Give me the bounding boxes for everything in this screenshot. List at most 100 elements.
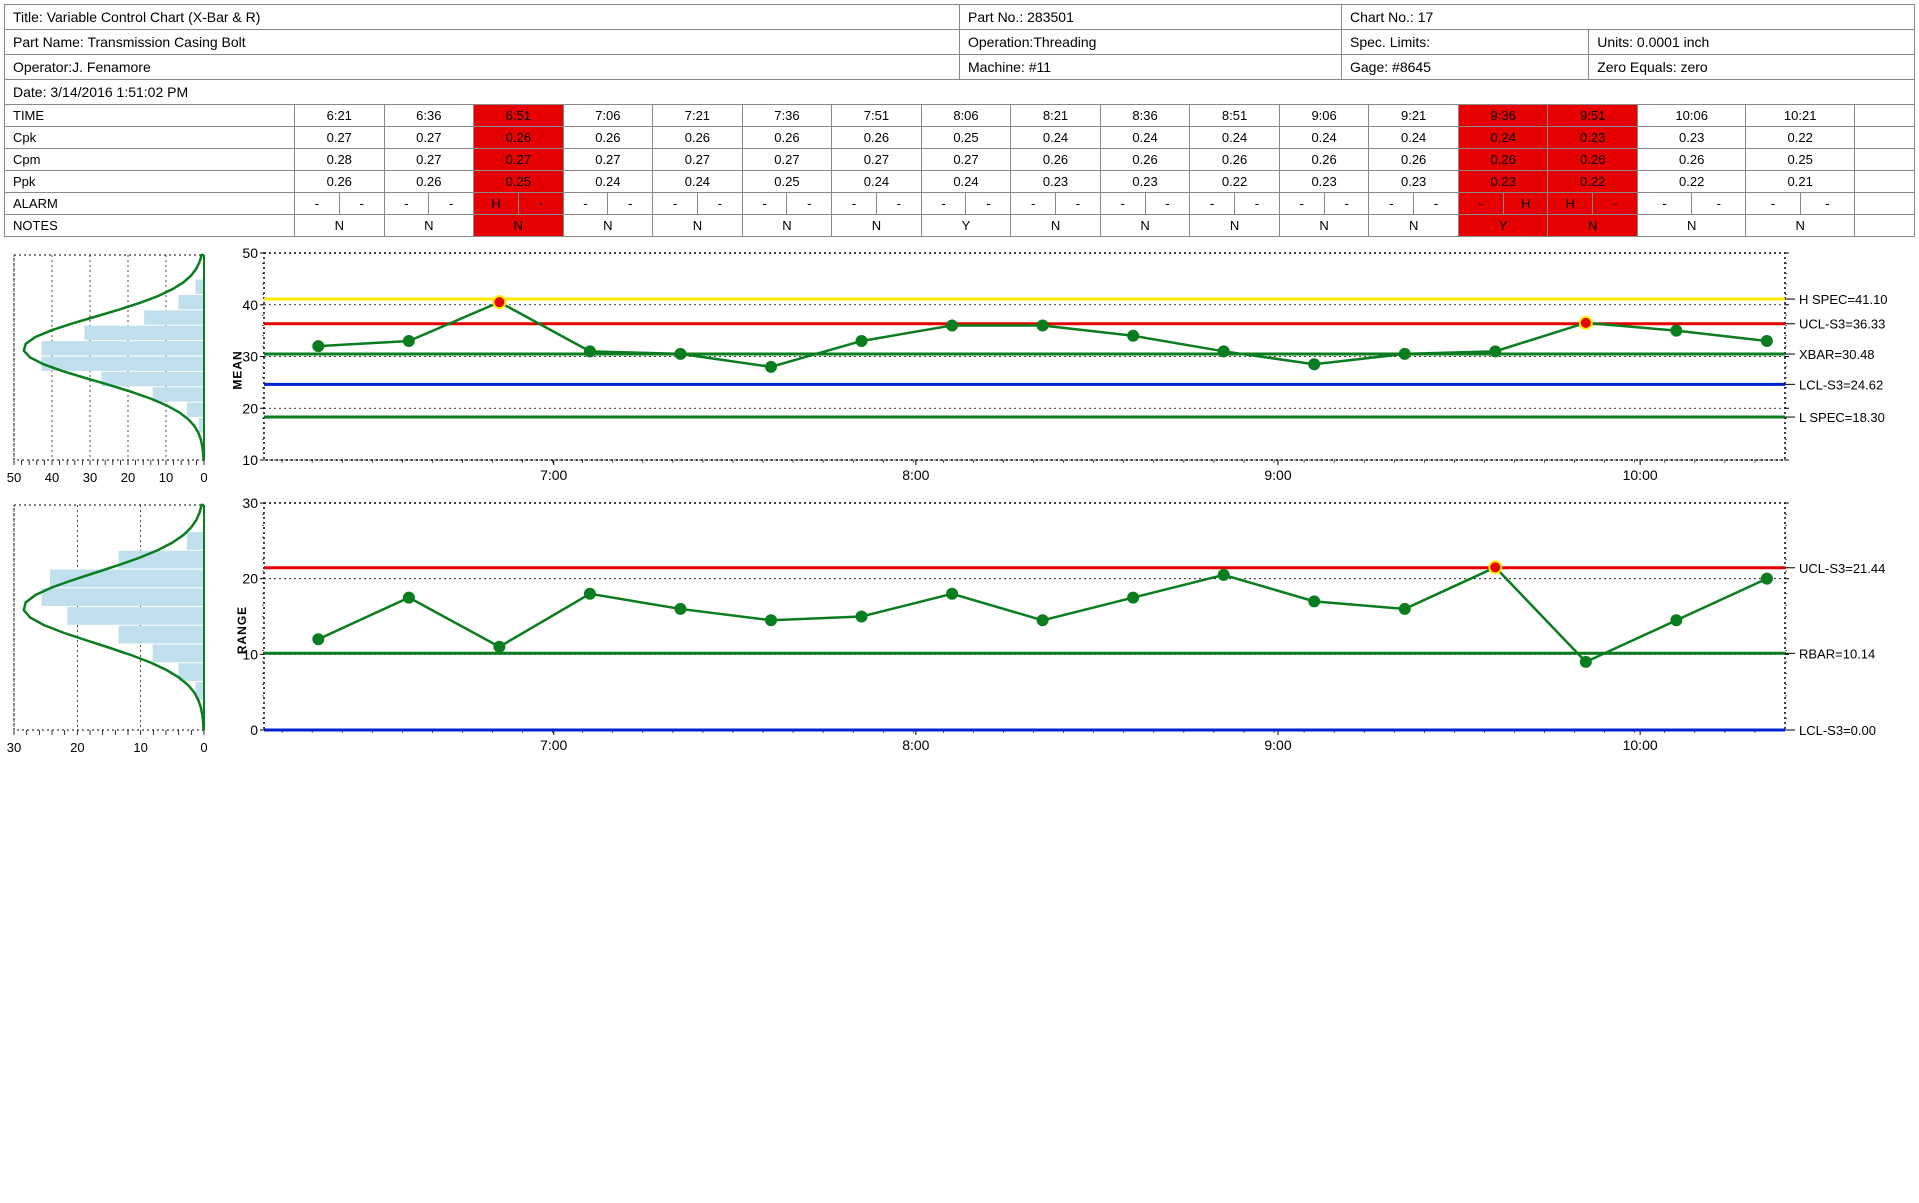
svg-text:30: 30 bbox=[242, 349, 258, 365]
cell-alarm-4: -- bbox=[653, 193, 743, 215]
range-chart: RANGE 01020307:008:009:0010:00UCL-S3=21.… bbox=[224, 495, 1915, 765]
row-label-notes: NOTES bbox=[5, 215, 295, 237]
svg-text:9:00: 9:00 bbox=[1264, 467, 1291, 483]
svg-text:LCL-S3=24.62: LCL-S3=24.62 bbox=[1799, 377, 1883, 392]
cell-notes-15: N bbox=[1637, 215, 1745, 237]
cell-notes-4: N bbox=[653, 215, 743, 237]
cell-alarm-7: -- bbox=[921, 193, 1011, 215]
cell-cpm-6: 0.27 bbox=[832, 149, 922, 171]
cell-time-2: 6:51 bbox=[474, 105, 564, 127]
cell-time-10: 8:51 bbox=[1190, 105, 1280, 127]
cell-cpm-12: 0.26 bbox=[1369, 149, 1459, 171]
cell-ppk-11: 0.23 bbox=[1279, 171, 1369, 193]
cell-ppk-16: 0.21 bbox=[1746, 171, 1855, 193]
cell-time-12: 9:21 bbox=[1369, 105, 1459, 127]
cell-notes-14: N bbox=[1548, 215, 1638, 237]
svg-text:50: 50 bbox=[7, 470, 21, 485]
cell-cpm-2: 0.27 bbox=[474, 149, 564, 171]
svg-text:20: 20 bbox=[242, 400, 258, 416]
cell-cpm-0: 0.28 bbox=[295, 149, 385, 171]
cell-ppk-15: 0.22 bbox=[1637, 171, 1745, 193]
row-label-cpk: Cpk bbox=[5, 127, 295, 149]
cell-ppk-9: 0.23 bbox=[1100, 171, 1190, 193]
cell-time-11: 9:06 bbox=[1279, 105, 1369, 127]
cell-notes-2: N bbox=[474, 215, 564, 237]
cell-cpm-1: 0.27 bbox=[384, 149, 474, 171]
cell-notes-3: N bbox=[563, 215, 653, 237]
cell-alarm-14: H- bbox=[1548, 193, 1638, 215]
cell-cpm-4: 0.27 bbox=[653, 149, 743, 171]
cell-time-5: 7:36 bbox=[742, 105, 832, 127]
svg-text:UCL-S3=36.33: UCL-S3=36.33 bbox=[1799, 317, 1885, 332]
svg-text:10: 10 bbox=[242, 452, 258, 468]
row-label-alarm: ALARM bbox=[5, 193, 295, 215]
svg-text:9:00: 9:00 bbox=[1264, 737, 1291, 753]
svg-text:20: 20 bbox=[121, 470, 135, 485]
cell-notes-16: N bbox=[1746, 215, 1855, 237]
svg-text:10: 10 bbox=[133, 740, 147, 755]
histogram-range: 3020100 bbox=[4, 495, 214, 765]
cell-alarm-10: -- bbox=[1190, 193, 1280, 215]
cell-ppk-1: 0.26 bbox=[384, 171, 474, 193]
cell-notes-9: N bbox=[1100, 215, 1190, 237]
cell-cpm-7: 0.27 bbox=[921, 149, 1011, 171]
svg-text:0: 0 bbox=[250, 722, 258, 738]
svg-text:0: 0 bbox=[200, 740, 207, 755]
svg-text:30: 30 bbox=[242, 495, 258, 511]
cell-notes-6: N bbox=[832, 215, 922, 237]
cell-alarm-5: -- bbox=[742, 193, 832, 215]
cell-alarm-8: -- bbox=[1011, 193, 1101, 215]
cell-cpk-16: 0.22 bbox=[1746, 127, 1855, 149]
cell-alarm-16: -- bbox=[1746, 193, 1855, 215]
svg-text:20: 20 bbox=[242, 571, 258, 587]
cell-cpk-12: 0.24 bbox=[1369, 127, 1459, 149]
cell-ppk-12: 0.23 bbox=[1369, 171, 1459, 193]
row-label-time: TIME bbox=[5, 105, 295, 127]
cell-alarm-15: -- bbox=[1637, 193, 1745, 215]
cell-ppk-0: 0.26 bbox=[295, 171, 385, 193]
cell-notes-13: Y bbox=[1458, 215, 1548, 237]
svg-text:7:00: 7:00 bbox=[540, 737, 567, 753]
cell-cpk-5: 0.26 bbox=[742, 127, 832, 149]
cell-cpk-7: 0.25 bbox=[921, 127, 1011, 149]
svg-text:10: 10 bbox=[159, 470, 173, 485]
cell-cpk-10: 0.24 bbox=[1190, 127, 1280, 149]
svg-text:40: 40 bbox=[242, 297, 258, 313]
cell-time-16: 10:21 bbox=[1746, 105, 1855, 127]
cell-cpm-5: 0.27 bbox=[742, 149, 832, 171]
cell-notes-8: N bbox=[1011, 215, 1101, 237]
cell-ppk-6: 0.24 bbox=[832, 171, 922, 193]
cell-time-13: 9:36 bbox=[1458, 105, 1548, 127]
cell-cpm-11: 0.26 bbox=[1279, 149, 1369, 171]
row-label-cpm: Cpm bbox=[5, 149, 295, 171]
svg-text:L SPEC=18.30: L SPEC=18.30 bbox=[1799, 410, 1885, 425]
cell-time-0: 6:21 bbox=[295, 105, 385, 127]
svg-text:UCL-S3=21.44: UCL-S3=21.44 bbox=[1799, 561, 1885, 576]
cell-ppk-8: 0.23 bbox=[1011, 171, 1101, 193]
cell-alarm-3: -- bbox=[563, 193, 653, 215]
cell-cpm-10: 0.26 bbox=[1190, 149, 1280, 171]
cell-alarm-0: -- bbox=[295, 193, 385, 215]
cell-notes-10: N bbox=[1190, 215, 1280, 237]
svg-text:RBAR=10.14: RBAR=10.14 bbox=[1799, 646, 1875, 661]
range-ylabel: RANGE bbox=[235, 606, 249, 654]
cell-alarm-2: H- bbox=[474, 193, 564, 215]
cell-time-4: 7:21 bbox=[653, 105, 743, 127]
cell-cpk-6: 0.26 bbox=[832, 127, 922, 149]
cell-alarm-1: -- bbox=[384, 193, 474, 215]
cell-cpk-0: 0.27 bbox=[295, 127, 385, 149]
svg-text:40: 40 bbox=[45, 470, 59, 485]
cell-ppk-13: 0.23 bbox=[1458, 171, 1548, 193]
header-table: Title: Variable Control Chart (X-Bar & R… bbox=[4, 4, 1915, 104]
cell-cpm-13: 0.26 bbox=[1458, 149, 1548, 171]
cell-cpm-8: 0.26 bbox=[1011, 149, 1101, 171]
cell-time-6: 7:51 bbox=[832, 105, 922, 127]
cell-cpm-15: 0.26 bbox=[1637, 149, 1745, 171]
cell-time-9: 8:36 bbox=[1100, 105, 1190, 127]
cell-cpm-14: 0.26 bbox=[1548, 149, 1638, 171]
cell-time-15: 10:06 bbox=[1637, 105, 1745, 127]
cell-cpk-4: 0.26 bbox=[653, 127, 743, 149]
cell-alarm-6: -- bbox=[832, 193, 922, 215]
cell-time-3: 7:06 bbox=[563, 105, 653, 127]
svg-text:XBAR=30.48: XBAR=30.48 bbox=[1799, 347, 1875, 362]
